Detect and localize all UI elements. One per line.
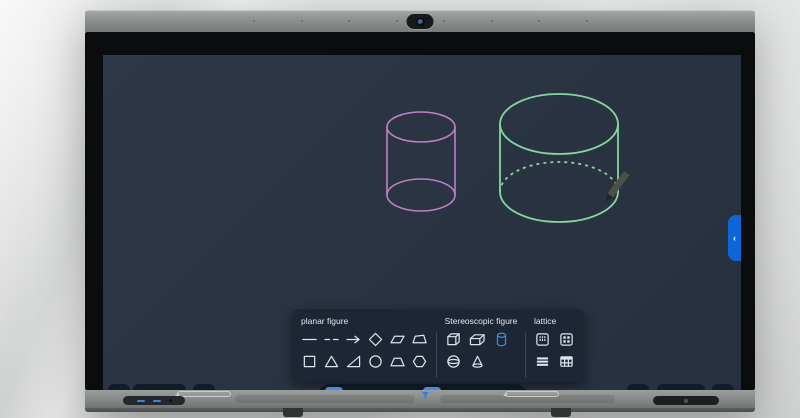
camera-lens-icon (416, 18, 424, 26)
square-icon (302, 354, 317, 369)
circle-icon (368, 354, 383, 369)
panel-divider (436, 332, 437, 378)
lattice-table-rows[interactable] (534, 353, 551, 370)
line-icon (302, 332, 317, 347)
stereoscopic-figure-grid (445, 331, 518, 370)
whiteboard-canvas[interactable]: ‹ planar figure (103, 55, 741, 407)
shape-hexagon[interactable] (411, 353, 428, 370)
sphere-icon (446, 354, 461, 369)
lattice-grid-dots[interactable] (534, 331, 551, 348)
interactive-flat-panel: ‹ planar figure (85, 10, 755, 412)
trapezoid-icon (390, 354, 405, 369)
stylus-pen-left (177, 391, 231, 397)
table-rows-icon (535, 354, 550, 369)
shape-arrow[interactable] (345, 331, 362, 348)
shape-right-triangle[interactable] (345, 353, 362, 370)
stand-foot (283, 408, 303, 417)
top-bezel (85, 10, 755, 32)
shape-line[interactable] (301, 331, 318, 348)
lattice-table-grid[interactable] (558, 353, 575, 370)
table-grid-icon (559, 354, 574, 369)
lattice-section: lattice (534, 316, 575, 376)
lattice-title: lattice (534, 316, 575, 326)
room-wall: ‹ planar figure (0, 0, 800, 418)
stand-foot (551, 408, 571, 417)
screen-bezel: ‹ planar figure (85, 32, 755, 390)
shape-parallelogram[interactable] (389, 331, 406, 348)
grid-quad-icon (559, 332, 574, 347)
shape-quadrilateral[interactable] (411, 331, 428, 348)
shape-cuboid[interactable] (469, 331, 486, 348)
lattice-grid-quad[interactable] (558, 331, 575, 348)
shape-diamond[interactable] (367, 331, 384, 348)
cube-icon (446, 332, 461, 347)
front-usb-ports (123, 396, 185, 405)
dashed-line-icon (324, 332, 339, 347)
stylus-pen-right (505, 391, 559, 397)
drawn-cylinder-small (387, 112, 455, 211)
right-triangle-icon (346, 354, 361, 369)
shape-triangle[interactable] (323, 353, 340, 370)
drawn-cylinder-large (500, 94, 618, 222)
shape-square[interactable] (301, 353, 318, 370)
chevron-left-icon: ‹ (733, 233, 736, 243)
stereoscopic-figure-title: Stereoscopic figure (445, 316, 518, 326)
hexagon-icon (412, 354, 427, 369)
arrow-icon (346, 332, 361, 347)
power-button (653, 396, 719, 405)
planar-figure-title: planar figure (301, 316, 428, 326)
sidebar-handle[interactable]: ‹ (728, 215, 741, 261)
cylinder-icon (496, 332, 507, 347)
quadrilateral-icon (412, 332, 427, 347)
grid-dots-icon (535, 332, 550, 347)
stereoscopic-figure-section: Stereoscopic figure (445, 316, 518, 376)
parallelogram-icon (390, 332, 405, 347)
shape-cone[interactable] (469, 353, 486, 370)
shape-sphere[interactable] (445, 353, 462, 370)
panel-divider (525, 332, 526, 378)
shape-cylinder[interactable] (493, 331, 510, 348)
shape-circle[interactable] (367, 353, 384, 370)
triangle-icon (324, 354, 339, 369)
front-camera (407, 14, 434, 29)
shape-trapezoid[interactable] (389, 353, 406, 370)
brand-logo (421, 391, 430, 400)
cuboid-icon (469, 332, 485, 347)
cone-icon (470, 354, 485, 369)
planar-figure-grid (301, 331, 428, 370)
lattice-grid (534, 331, 575, 370)
speaker-grille (235, 395, 415, 403)
shape-dashed-line[interactable] (323, 331, 340, 348)
shapes-panel: planar figure (292, 309, 584, 382)
diamond-icon (368, 332, 383, 347)
shape-cube[interactable] (445, 331, 462, 348)
bottom-edge (85, 408, 755, 412)
planar-figure-section: planar figure (301, 316, 428, 376)
